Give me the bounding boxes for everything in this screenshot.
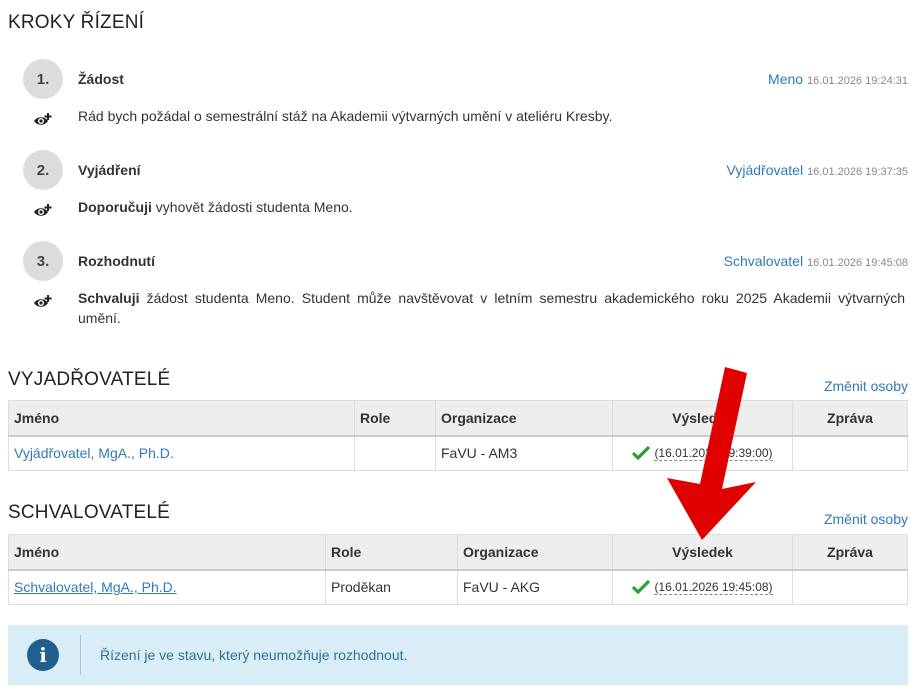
reviewer-role-cell [354, 435, 436, 471]
approver-result-cell: (16.01.2026 19:45:08) [612, 569, 793, 605]
step-actor-link[interactable]: Schvalovatel [724, 253, 803, 269]
table-row: Schvalovatel, MgA., Ph.D. Proděkan FaVU … [8, 569, 908, 605]
approver-message-cell [792, 569, 908, 605]
step-name: Žádost [78, 71, 124, 87]
approvers-section-title: SCHVALOVATELÉ [8, 502, 171, 523]
step-number: 3. [23, 241, 63, 281]
column-header-message[interactable]: Zpráva [792, 534, 908, 571]
column-header-role[interactable]: Role [325, 534, 458, 571]
eye-plus-icon[interactable] [33, 294, 53, 310]
table-header-row: Jméno Role Organizace Výsledek Zpráva [8, 534, 908, 571]
step-meta: Schvalovatel 16.01.2026 19:45:08 [724, 253, 908, 269]
reviewer-name-link[interactable]: Vyjádřovatel, MgA., Ph.D. [14, 445, 174, 461]
eye-plus-icon[interactable] [33, 112, 53, 128]
step-number: 1. [23, 59, 63, 99]
info-alert: i Řízení je ve stavu, který neumožňuje r… [8, 625, 908, 685]
column-header-result[interactable]: Výsledek [612, 534, 793, 571]
approver-name-link[interactable]: Schvalovatel, MgA., Ph.D. [14, 579, 177, 595]
reviewer-message-cell [792, 435, 908, 471]
approvers-table: Jméno Role Organizace Výsledek Zpráva Sc… [8, 534, 908, 605]
alert-message: Řízení je ve stavu, který neumožňuje roz… [100, 647, 408, 663]
step-1: 1. Žádost Meno 16.01.2026 19:24:31 Rád by… [8, 59, 908, 139]
reviewers-table: Jméno Role Organizace Výsledek Zpráva Vy… [8, 400, 908, 471]
column-header-organization[interactable]: Organizace [435, 400, 613, 437]
column-header-name[interactable]: Jméno [8, 534, 326, 571]
step-actor-link[interactable]: Meno [768, 71, 803, 87]
step-name: Vyjádření [78, 162, 141, 178]
table-header-row: Jméno Role Organizace Výsledek Zpráva [8, 400, 908, 437]
step-timestamp: 16.01.2026 19:45:08 [807, 257, 908, 269]
column-header-organization[interactable]: Organizace [457, 534, 613, 571]
checkmark-icon [632, 580, 651, 595]
eye-plus-icon[interactable] [33, 203, 53, 219]
reviewer-result-cell: (16.01.2026 19:39:00) [612, 435, 793, 471]
reviewer-organization-cell: FaVU - AM3 [435, 435, 613, 471]
reviewer-name-cell: Vyjádřovatel, MgA., Ph.D. [8, 435, 355, 471]
alert-divider [80, 635, 81, 675]
table-row: Vyjádřovatel, MgA., Ph.D. FaVU - AM3 (16… [8, 435, 908, 471]
approvers-change-persons-link[interactable]: Změnit osoby [824, 511, 908, 527]
column-header-role[interactable]: Role [354, 400, 436, 437]
step-name: Rozhodnutí [78, 253, 155, 269]
steps-section-title: KROKY ŘÍZENÍ [8, 12, 145, 33]
step-3: 3. Rozhodnutí Schvalovatel 16.01.2026 19:… [8, 241, 908, 336]
step-meta: Vyjádřovatel 16.01.2026 19:37:35 [727, 162, 908, 178]
info-icon: i [27, 639, 59, 671]
step-meta: Meno 16.01.2026 19:24:31 [768, 71, 908, 87]
step-text: Rád bych požádal o semestrální stáž na A… [78, 108, 613, 124]
step-text: Doporučuji vyhovět žádosti studenta Meno… [78, 199, 353, 215]
step-2: 2. Vyjádření Vyjádřovatel 16.01.2026 19:3… [8, 150, 908, 230]
approver-name-cell: Schvalovatel, MgA., Ph.D. [8, 569, 326, 605]
checkmark-icon [632, 446, 651, 461]
result-date: (16.01.2026 19:39:00) [654, 445, 773, 461]
column-header-message[interactable]: Zpráva [792, 400, 908, 437]
step-number: 2. [23, 150, 63, 190]
step-actor-link[interactable]: Vyjádřovatel [727, 162, 804, 178]
column-header-result[interactable]: Výsledek [612, 400, 793, 437]
approver-role-cell: Proděkan [325, 569, 458, 605]
step-timestamp: 16.01.2026 19:37:35 [807, 166, 908, 178]
step-text: Schvaluji žádost studenta Meno. Student … [78, 290, 905, 326]
result-date: (16.01.2026 19:45:08) [654, 579, 773, 595]
reviewers-change-persons-link[interactable]: Změnit osoby [824, 378, 908, 394]
step-timestamp: 16.01.2026 19:24:31 [807, 75, 908, 87]
approver-organization-cell: FaVU - AKG [457, 569, 613, 605]
column-header-name[interactable]: Jméno [8, 400, 355, 437]
reviewers-section-title: VYJADŘOVATELÉ [8, 369, 171, 390]
